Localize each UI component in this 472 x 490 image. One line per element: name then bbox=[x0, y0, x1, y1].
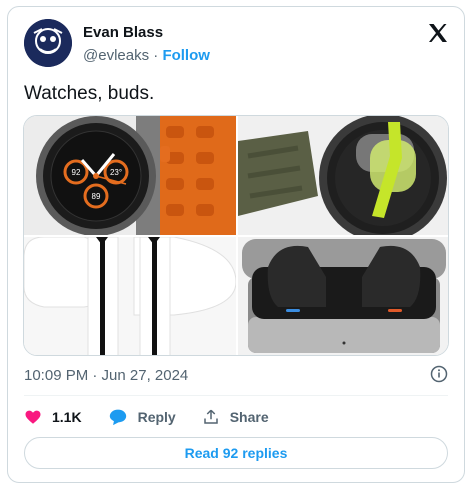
info-icon[interactable] bbox=[430, 365, 448, 383]
author-name[interactable]: Evan Blass bbox=[83, 24, 163, 41]
heart-icon bbox=[25, 410, 41, 424]
reply-bubble-icon bbox=[109, 409, 126, 426]
read-replies-button[interactable]: Read 92 replies bbox=[24, 437, 448, 469]
action-bar: 1.1K Reply Share bbox=[24, 403, 295, 431]
x-logo-icon[interactable] bbox=[426, 21, 450, 45]
watch-left-number: 92 bbox=[72, 168, 81, 177]
reply-label: Reply bbox=[137, 409, 176, 425]
media-image-buds-white[interactable] bbox=[24, 237, 236, 355]
author-handle[interactable]: @evleaks bbox=[83, 47, 149, 64]
media-image-watch-ultra[interactable]: 92 23° 89 bbox=[24, 116, 236, 235]
timestamp[interactable]: 10:09 PM · Jun 27, 2024 bbox=[24, 367, 188, 384]
tweet-text: Watches, buds. bbox=[24, 83, 155, 104]
like-count: 1.1K bbox=[52, 409, 82, 425]
media-image-buds-case[interactable] bbox=[238, 237, 448, 355]
author-handle-row: @evleaks · Follow bbox=[83, 47, 210, 64]
divider bbox=[24, 395, 448, 396]
watch-right-number: 23° bbox=[110, 168, 122, 177]
follow-button[interactable]: Follow bbox=[162, 47, 210, 64]
avatar[interactable] bbox=[24, 19, 72, 67]
watch-bottom-number: 89 bbox=[92, 192, 101, 201]
media-grid: 92 23° 89 bbox=[23, 115, 449, 356]
share-label: Share bbox=[229, 409, 269, 425]
share-button[interactable]: Share bbox=[202, 408, 269, 426]
reply-button[interactable]: Reply bbox=[108, 408, 176, 426]
tweet-card: Evan Blass @evleaks · Follow Watches, bu… bbox=[7, 6, 465, 483]
media-image-watch-green[interactable] bbox=[238, 116, 448, 235]
separator-dot: · bbox=[153, 47, 159, 64]
like-button[interactable]: 1.1K bbox=[24, 408, 82, 426]
share-icon bbox=[203, 409, 218, 424]
